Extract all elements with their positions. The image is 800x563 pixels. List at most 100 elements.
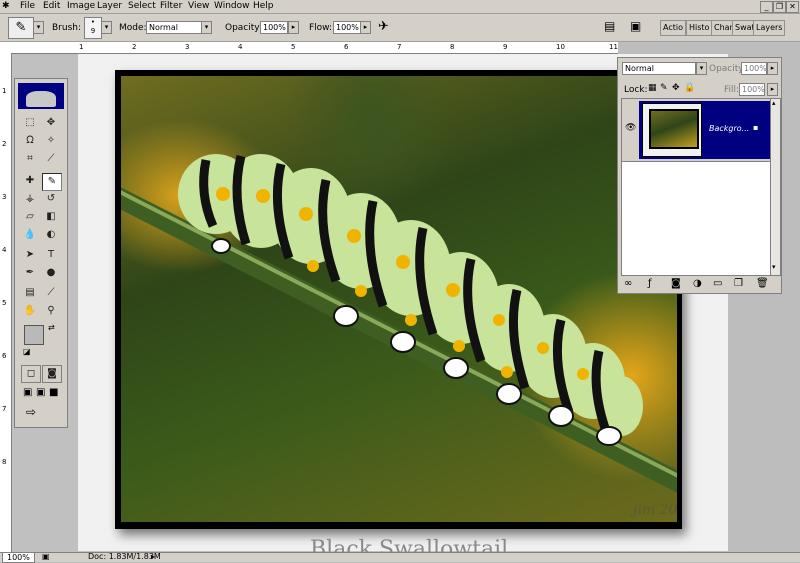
layer-name[interactable]: Backgro...: [709, 124, 749, 133]
foreground-color-swatch[interactable]: [24, 325, 44, 345]
magic-wand-tool-icon[interactable]: ✧: [42, 133, 60, 149]
healing-brush-tool-icon[interactable]: ✚: [21, 173, 39, 189]
flow-input[interactable]: 100%: [333, 21, 361, 34]
new-layer-set-icon[interactable]: ▭: [713, 278, 722, 289]
lock-transparency-icon[interactable]: ▦: [648, 83, 657, 93]
status-arrow-icon[interactable]: ▸: [151, 552, 155, 561]
fill-input[interactable]: 100%: [739, 83, 765, 96]
layer-mask-icon[interactable]: ◙: [671, 278, 681, 289]
lock-position-icon[interactable]: ✥: [672, 83, 680, 93]
tab-layers[interactable]: Layers: [753, 20, 786, 36]
dodge-tool-icon[interactable]: ◐: [42, 227, 60, 243]
tool-preset-dropdown[interactable]: ▾: [33, 21, 44, 34]
status-menu-icon[interactable]: ▣: [42, 552, 50, 561]
menu-image[interactable]: Image: [67, 1, 95, 11]
screen-mode-full-icon[interactable]: ■: [49, 387, 58, 398]
visibility-eye-icon[interactable]: 👁: [625, 123, 636, 133]
lock-image-icon[interactable]: ✎: [660, 83, 668, 93]
palette-well-icon[interactable]: ▣: [630, 19, 641, 33]
blur-tool-icon[interactable]: 💧: [21, 227, 39, 243]
doc-size: Doc: 1.83M/1.83M: [88, 552, 161, 561]
restore-button[interactable]: ❐: [773, 1, 786, 13]
menu-window[interactable]: Window: [214, 1, 250, 11]
shape-tool-icon[interactable]: ●: [42, 265, 60, 281]
ruler-h-label: 10: [556, 43, 565, 51]
zoom-tool-icon[interactable]: ⚲: [42, 303, 60, 319]
lasso-tool-icon[interactable]: ᘯ: [21, 133, 39, 149]
opacity-slider-button[interactable]: ▸: [288, 21, 299, 34]
ruler-h-label: 11: [609, 43, 618, 51]
jump-to-imageready-icon[interactable]: ⇨: [26, 405, 36, 419]
menu-select[interactable]: Select: [128, 1, 156, 11]
move-tool-icon[interactable]: ✥: [42, 115, 60, 131]
eyedropper-tool-icon[interactable]: ⟋: [42, 285, 60, 301]
marquee-tool-icon[interactable]: ⬚: [21, 115, 39, 131]
menu-view[interactable]: View: [188, 1, 209, 11]
tab-actions[interactable]: Actio: [660, 20, 686, 36]
close-button[interactable]: ✕: [786, 1, 799, 13]
screen-mode-standard-icon[interactable]: ▣: [23, 387, 32, 398]
opacity-input[interactable]: 100%: [260, 21, 288, 34]
ruler-h-label: 6: [344, 43, 349, 51]
swap-colors-icon[interactable]: ⇄: [48, 323, 55, 332]
app-icon[interactable]: ✱: [2, 1, 10, 11]
flow-slider-button[interactable]: ▸: [360, 21, 371, 34]
layer-opacity-input[interactable]: 100%: [741, 62, 767, 75]
mode-label: Mode:: [119, 23, 147, 33]
mode-select[interactable]: Normal: [146, 21, 204, 34]
slice-tool-icon[interactable]: ⟋: [42, 151, 60, 167]
caterpillar-photo[interactable]: jim 2006: [121, 76, 677, 522]
layers-palette: Normal ▾ Opacity: 100% ▸ Lock: ▦ ✎ ✥ 🔒 F…: [617, 57, 782, 294]
history-brush-tool-icon[interactable]: ↺: [42, 191, 60, 207]
scroll-up-icon[interactable]: ▴: [772, 99, 776, 107]
mode-dropdown[interactable]: ▾: [201, 21, 212, 34]
horizontal-ruler: 1 2 3 4 5 6 7 8 9 10 11: [0, 42, 618, 54]
ruler-h-label: 3: [185, 43, 190, 51]
layer-blend-mode-select[interactable]: Normal: [622, 62, 696, 75]
airbrush-icon[interactable]: ✈: [378, 19, 389, 34]
quick-mask-mode-icon[interactable]: ◙: [42, 365, 62, 383]
crop-tool-icon[interactable]: ⌗: [21, 151, 39, 167]
brush-preview[interactable]: • 9: [84, 17, 102, 39]
new-layer-icon[interactable]: ❐: [734, 278, 743, 289]
signature: jim 2006: [630, 502, 677, 518]
layers-scrollbar[interactable]: ▴ ▾: [770, 98, 781, 276]
minimize-button[interactable]: _: [760, 1, 773, 13]
type-tool-icon[interactable]: T: [42, 247, 60, 263]
hand-tool-icon[interactable]: ✋: [21, 303, 39, 319]
layer-opacity-slider-button[interactable]: ▸: [767, 62, 778, 75]
eraser-tool-icon[interactable]: ▱: [21, 209, 39, 225]
lock-all-icon[interactable]: 🔒: [684, 83, 695, 93]
menu-file[interactable]: File: [20, 1, 35, 11]
notes-tool-icon[interactable]: ▤: [21, 285, 39, 301]
zoom-field[interactable]: 100%: [2, 552, 35, 563]
ruler-v-label: 1: [2, 87, 7, 95]
file-browser-icon[interactable]: ▤: [604, 19, 615, 33]
pen-tool-icon[interactable]: ✒: [21, 265, 39, 281]
standard-mode-icon[interactable]: ◻: [21, 365, 41, 383]
layer-row-background[interactable]: 👁 Backgro... ▪: [622, 99, 771, 162]
ruler-v-label: 3: [2, 193, 7, 201]
tab-history[interactable]: Histo: [686, 20, 713, 36]
gradient-tool-icon[interactable]: ◧: [42, 209, 60, 225]
menu-filter[interactable]: Filter: [160, 1, 182, 11]
ruler-v-label: 2: [2, 140, 7, 148]
screen-mode-menubar-icon[interactable]: ▣: [36, 387, 45, 398]
adjustment-layer-icon[interactable]: ◑: [693, 278, 702, 289]
link-layers-icon[interactable]: ∞: [624, 278, 632, 289]
toolbox-header[interactable]: [18, 83, 64, 109]
path-selection-tool-icon[interactable]: ➤: [21, 247, 39, 263]
default-colors-icon[interactable]: ◪: [23, 347, 31, 356]
scroll-down-icon[interactable]: ▾: [772, 263, 776, 271]
menu-layer[interactable]: Layer: [97, 1, 122, 11]
menu-help[interactable]: Help: [253, 1, 274, 11]
blend-mode-dropdown[interactable]: ▾: [696, 62, 707, 75]
brush-tool-preset-icon[interactable]: ✎: [8, 17, 34, 39]
clone-stamp-tool-icon[interactable]: ⚶: [21, 191, 39, 207]
delete-layer-icon[interactable]: 🗑: [756, 278, 769, 289]
brush-dropdown[interactable]: ▾: [101, 21, 112, 34]
menu-edit[interactable]: Edit: [43, 1, 60, 11]
layer-style-icon[interactable]: ƒ: [648, 278, 652, 289]
fill-slider-button[interactable]: ▸: [767, 83, 778, 96]
brush-tool-icon[interactable]: ✎: [42, 173, 62, 191]
